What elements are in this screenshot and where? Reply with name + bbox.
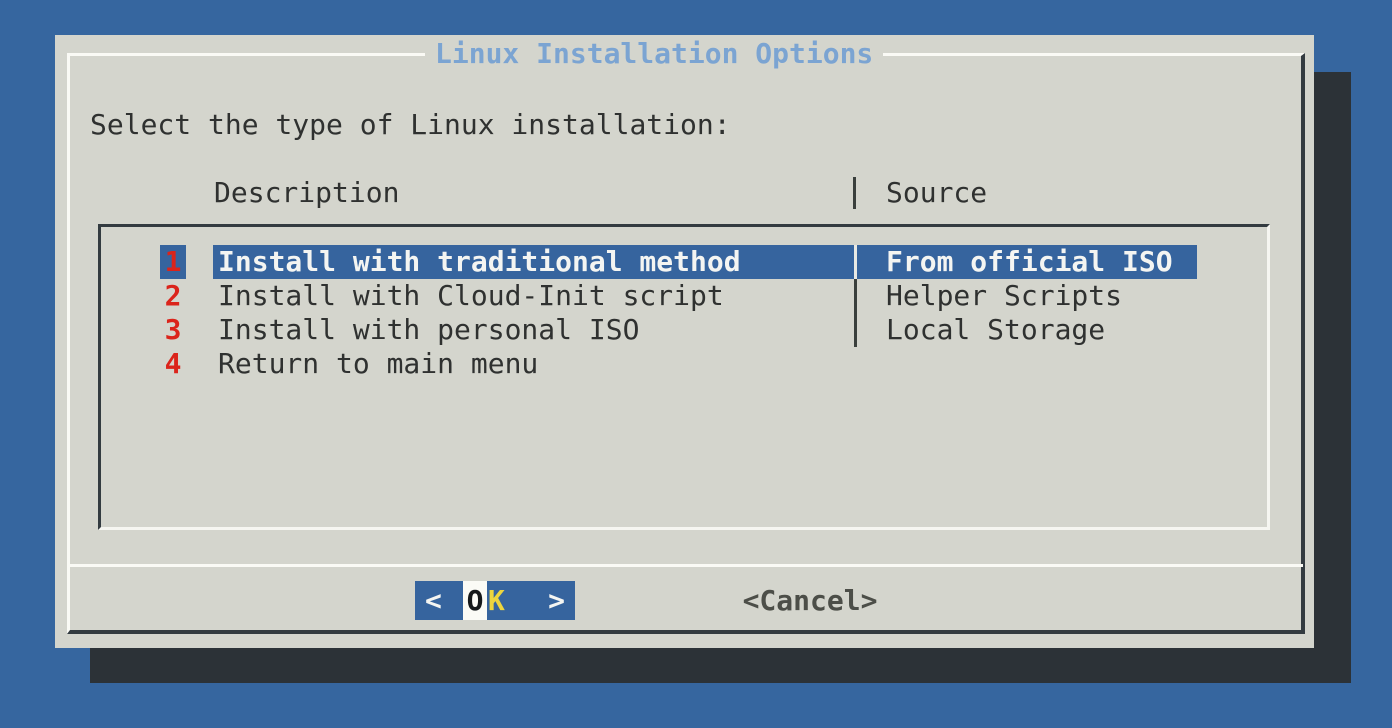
menu-item-cloud-init[interactable]: 2 Install with Cloud-Init script Helper … (101, 279, 1267, 313)
menu-item-source: Helper Scripts (886, 279, 1122, 313)
menu-item-description: Install with traditional method (218, 245, 741, 279)
menu-item-source: Local Storage (886, 313, 1105, 347)
menu-item-tag: 2 (160, 279, 186, 313)
menu-item-source: From official ISO (886, 245, 1173, 279)
ok-hotkey-letter: K (488, 581, 505, 620)
menu-item-return[interactable]: 4 Return to main menu (101, 347, 1267, 381)
description-column-header: Description (214, 176, 399, 210)
dialog-title: Linux Installation Options (425, 38, 883, 70)
column-separator (854, 279, 857, 313)
button-separator-line (67, 564, 1303, 567)
menu-item-description: Install with Cloud-Init script (218, 279, 724, 313)
menu-item-tag: 3 (160, 313, 186, 347)
ok-right-bracket: > (548, 581, 565, 620)
dialog-window: Linux Installation Options Select the ty… (55, 35, 1314, 648)
column-separator (854, 313, 857, 347)
terminal-screen: Linux Installation Options Select the ty… (0, 0, 1392, 728)
ok-cursor-letter: O (463, 581, 487, 620)
menu-item-tag: 1 (160, 245, 186, 279)
column-separator (854, 245, 857, 279)
ok-left-bracket: < (425, 581, 442, 620)
menu-box: 1 Install with traditional method From o… (98, 224, 1270, 530)
ok-button[interactable]: < O K > (415, 581, 575, 620)
menu-item-personal-iso[interactable]: 3 Install with personal ISO Local Storag… (101, 313, 1267, 347)
prompt-text: Select the type of Linux installation: (90, 108, 731, 142)
column-separator (853, 177, 856, 209)
menu-item-description: Return to main menu (218, 347, 538, 381)
cancel-button[interactable]: <Cancel> (700, 581, 920, 620)
source-column-header: Source (886, 176, 987, 210)
column-header-row: Description Source (55, 176, 1314, 210)
menu-item-traditional[interactable]: 1 Install with traditional method From o… (101, 245, 1267, 279)
menu-item-tag: 4 (160, 347, 186, 381)
menu-item-description: Install with personal ISO (218, 313, 639, 347)
